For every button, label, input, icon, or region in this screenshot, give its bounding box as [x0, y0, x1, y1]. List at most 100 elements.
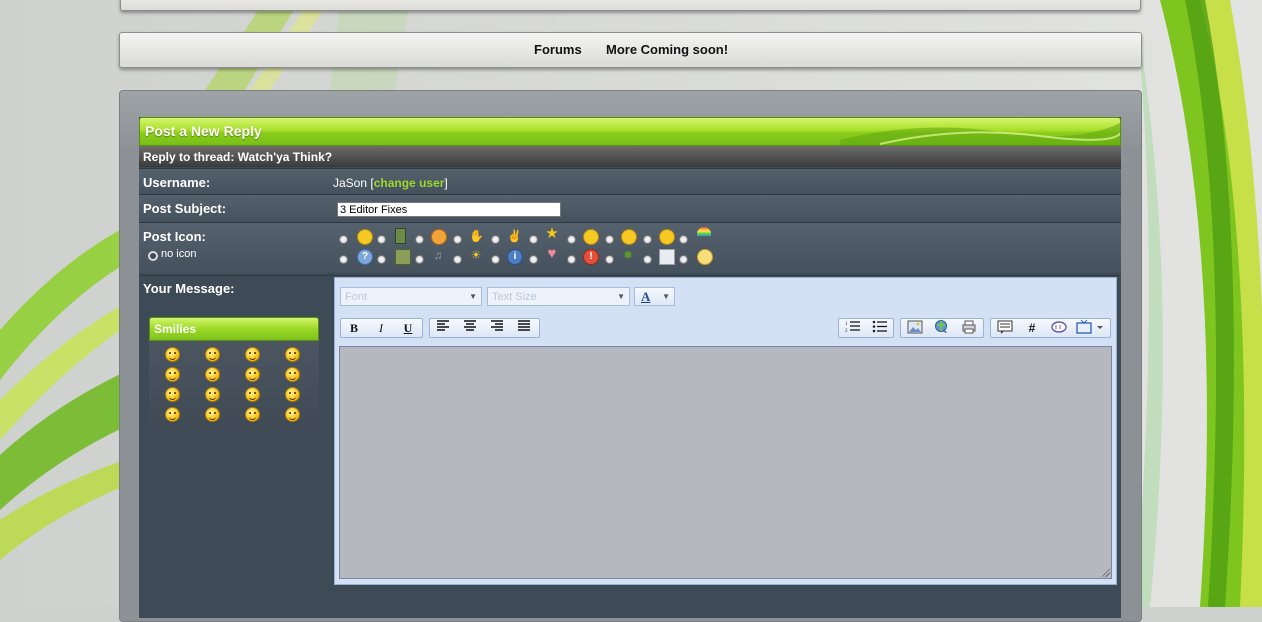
post-icon-radio[interactable]	[679, 235, 688, 244]
post-icon-radio[interactable]	[491, 255, 500, 264]
smiley-shocked-icon[interactable]	[205, 367, 220, 382]
smiley-tired-icon[interactable]	[245, 347, 260, 362]
music-note-icon[interactable]: ♫	[431, 248, 445, 262]
thumbs-down-icon[interactable]: ✌	[507, 229, 522, 243]
underline-button[interactable]: U	[397, 320, 419, 337]
smiley-confused-icon[interactable]	[285, 367, 300, 382]
insert-toolbar-group	[900, 318, 984, 338]
smiley-wink-icon[interactable]	[165, 407, 180, 422]
nav-coming-soon-link[interactable]: More Coming soon!	[606, 42, 728, 57]
surprised-smiley-icon[interactable]	[621, 229, 637, 245]
picture-icon[interactable]	[395, 249, 411, 265]
post-icon-radio[interactable]	[339, 255, 348, 264]
post-icon-radio[interactable]	[339, 235, 348, 244]
angel-smiley-icon[interactable]	[697, 249, 713, 265]
smiley-grin-icon[interactable]	[165, 347, 180, 362]
post-icon-radio[interactable]	[567, 235, 576, 244]
username-label: Username:	[143, 175, 211, 190]
film-icon[interactable]	[395, 228, 406, 244]
wink-smiley-icon[interactable]	[583, 229, 599, 245]
bold-button[interactable]: B	[343, 320, 365, 337]
svg-text:2: 2	[845, 329, 848, 333]
post-icon-radio[interactable]	[377, 235, 386, 244]
form-header: Post a New Reply	[139, 117, 1121, 146]
info-icon[interactable]: i	[507, 249, 523, 265]
rainbow-icon[interactable]	[697, 227, 711, 236]
form-title: Post a New Reply	[145, 123, 262, 139]
post-icon-radio[interactable]	[377, 255, 386, 264]
insert-link-icon[interactable]	[931, 320, 953, 337]
post-icon-radio[interactable]	[605, 255, 614, 264]
justify-icon[interactable]	[513, 320, 535, 337]
smiley-icon[interactable]	[357, 229, 373, 245]
post-icon-radio[interactable]	[491, 235, 500, 244]
smiley-tongue-icon[interactable]	[165, 387, 180, 402]
smiley-neutral-icon[interactable]	[205, 347, 220, 362]
smiley-smile-icon[interactable]	[165, 367, 180, 382]
align-toolbar-group	[429, 318, 540, 338]
username-value: JaSon	[333, 176, 368, 190]
post-icon-radio[interactable]	[415, 235, 424, 244]
smiley-sleepy-icon[interactable]	[285, 347, 300, 362]
change-user-link[interactable]: change user	[374, 176, 445, 190]
align-center-icon[interactable]	[459, 320, 481, 337]
align-left-icon[interactable]	[432, 320, 454, 337]
text-color-button[interactable]: A ▼	[634, 287, 675, 306]
thumbs-up-icon[interactable]: ✋	[469, 229, 484, 243]
post-icon-radio[interactable]	[529, 255, 538, 264]
smiley-cool-icon[interactable]	[245, 407, 260, 422]
star-icon[interactable]: ★	[545, 226, 559, 241]
reply-form: Post a New Reply Reply to thread: Watch'…	[139, 117, 1121, 618]
nav-bar: Forums More Coming soon!	[119, 32, 1142, 68]
post-icon-radio[interactable]	[415, 255, 424, 264]
post-icon-radio[interactable]	[529, 235, 538, 244]
print-icon[interactable]	[958, 320, 980, 337]
heart-icon[interactable]: ♥	[545, 246, 559, 261]
change-user-close: ]	[444, 176, 448, 190]
post-icon-radio[interactable]	[643, 255, 652, 264]
quote-icon[interactable]	[994, 320, 1016, 337]
cube-icon[interactable]	[659, 249, 675, 265]
align-right-icon[interactable]	[486, 320, 508, 337]
resize-grip-icon[interactable]	[1102, 569, 1110, 577]
smiley-zipped-icon[interactable]	[205, 387, 220, 402]
post-icon-radio[interactable]	[643, 235, 652, 244]
post-icon-radio[interactable]	[453, 235, 462, 244]
no-icon-radio[interactable]	[148, 251, 158, 261]
thread-line: Reply to thread: Watch'ya Think?	[139, 146, 1121, 167]
format-toolbar-group: B I U	[340, 318, 423, 338]
bug-icon[interactable]: ✹	[621, 248, 635, 262]
subject-input[interactable]	[337, 202, 561, 217]
header-swoosh-decoration	[840, 122, 1120, 145]
lightbulb-icon[interactable]: ☀	[469, 248, 483, 262]
ordered-list-icon[interactable]: 12	[842, 320, 864, 337]
smilies-header: Smilies	[149, 317, 319, 341]
unordered-list-icon[interactable]	[869, 320, 891, 337]
insert-video-icon[interactable]	[1075, 319, 1107, 337]
php-code-icon[interactable]	[1048, 320, 1070, 337]
post-icon-row: Post Icon: no icon ✋ ✌ ★ ? ♫ ☀ i ♥ ! ✹	[139, 222, 1121, 273]
no-icon-label: no icon	[161, 248, 197, 260]
question-icon[interactable]: ?	[357, 249, 373, 265]
sad-smiley-icon[interactable]	[659, 229, 675, 245]
smiley-sad-icon[interactable]	[285, 407, 300, 422]
smiley-sick-icon[interactable]	[245, 387, 260, 402]
tongue-smiley-icon[interactable]	[431, 229, 447, 245]
smiley-laugh-icon[interactable]	[245, 367, 260, 382]
message-editor: Font ▼ Text Size ▼ A ▼ B I U 1 2 #	[334, 277, 1117, 585]
smiley-unsure-icon[interactable]	[205, 407, 220, 422]
post-icon-radio[interactable]	[453, 255, 462, 264]
post-icon-label: Post Icon:	[143, 229, 206, 244]
message-textarea[interactable]	[339, 346, 1112, 579]
post-icon-radio[interactable]	[567, 255, 576, 264]
insert-image-icon[interactable]	[904, 320, 926, 337]
nav-forums-link[interactable]: Forums	[534, 42, 582, 57]
exclamation-icon[interactable]: !	[583, 249, 599, 265]
post-icon-radio[interactable]	[605, 235, 614, 244]
smiley-happy-icon[interactable]	[285, 387, 300, 402]
hash-button[interactable]: #	[1021, 320, 1043, 337]
text-size-select[interactable]: Text Size ▼	[487, 287, 630, 306]
post-icon-radio[interactable]	[679, 255, 688, 264]
italic-button[interactable]: I	[370, 320, 392, 337]
font-select[interactable]: Font ▼	[340, 287, 482, 306]
